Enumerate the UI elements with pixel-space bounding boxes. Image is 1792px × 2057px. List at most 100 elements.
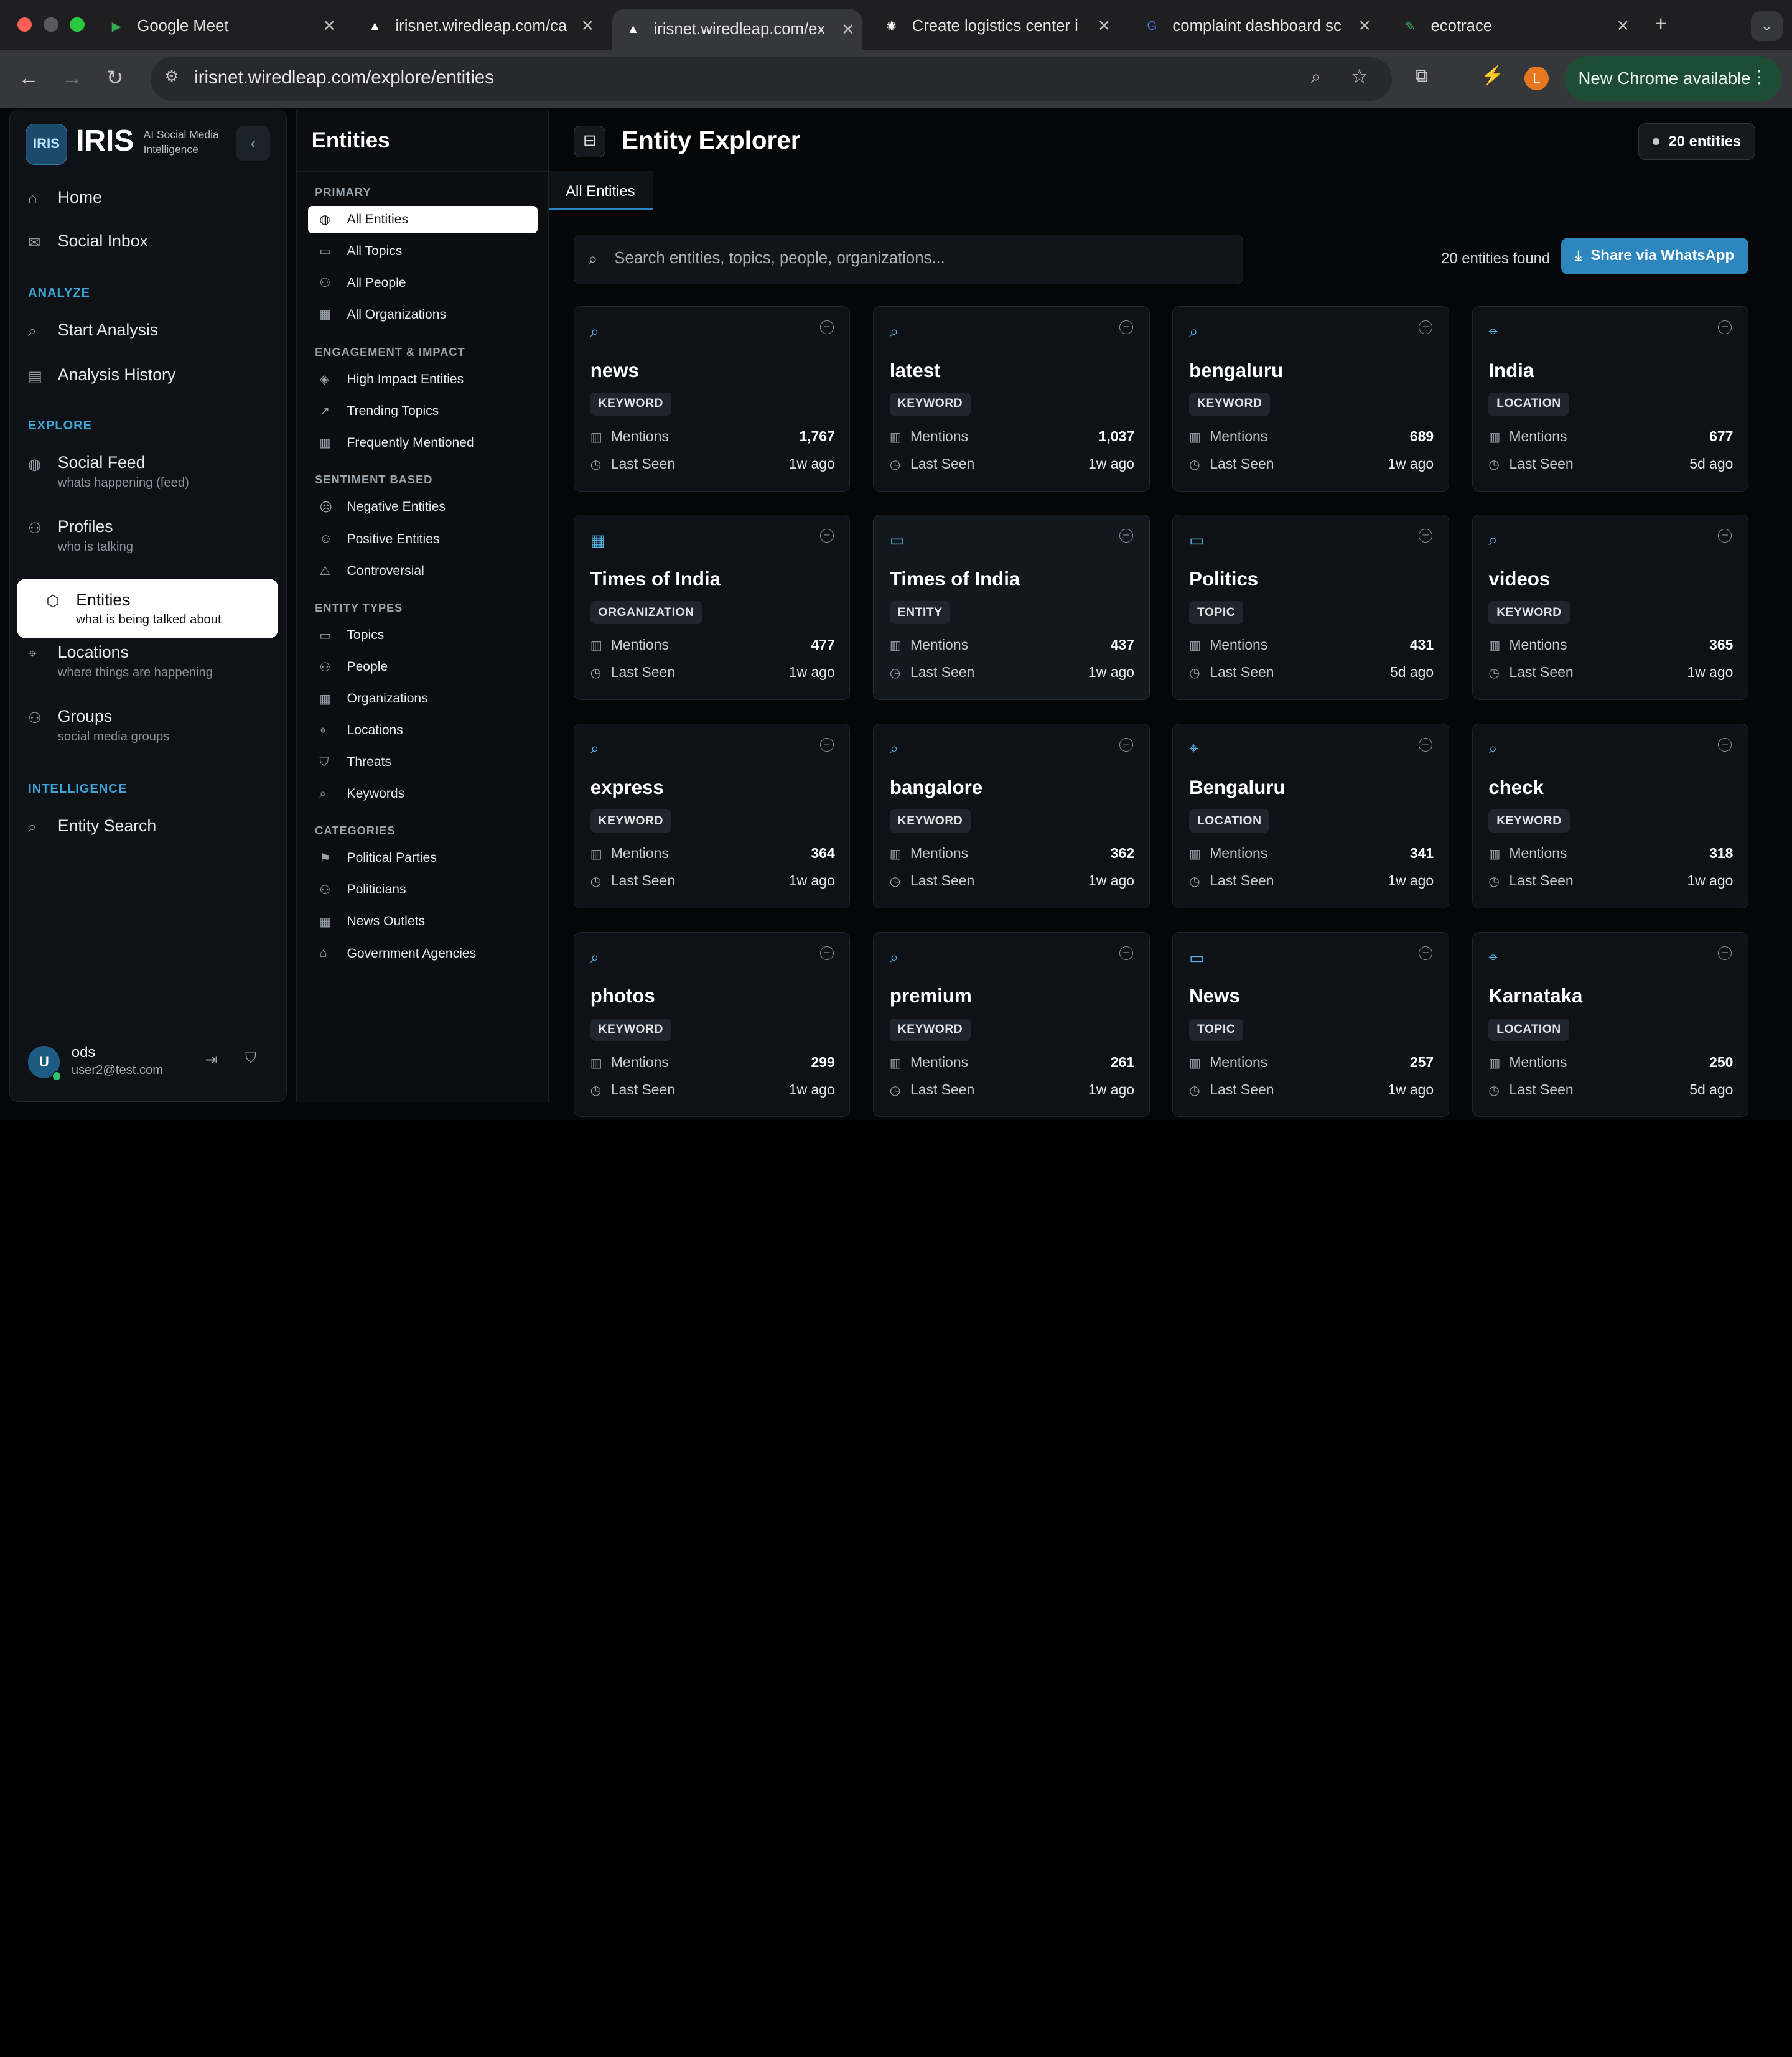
- card-menu-icon[interactable]: –: [1119, 737, 1133, 752]
- close-tab-icon[interactable]: ✕: [581, 17, 595, 35]
- card-menu-icon[interactable]: –: [819, 529, 834, 543]
- browser-tab[interactable]: ✺ Create logistics center i ✕: [871, 9, 1118, 44]
- entity-card[interactable]: ▭ – News TOPIC ▥ Mentions 257 ◷ Last Seen 1w…: [1172, 931, 1449, 1117]
- search-input[interactable]: ⌕ Search entities, topics, people, organ…: [574, 234, 1244, 285]
- close-tab-icon[interactable]: ✕: [841, 21, 855, 39]
- panel-item-high-impact-entities[interactable]: ◈ High Impact Entities: [308, 366, 538, 393]
- card-menu-icon[interactable]: –: [819, 737, 834, 752]
- card-menu-icon[interactable]: –: [1419, 946, 1433, 960]
- entity-card[interactable]: ▭ – Times of India ENTITY ▥ Mentions 437 ◷…: [873, 515, 1150, 700]
- entity-card[interactable]: ⌕ – videos KEYWORD ▥ Mentions 365 ◷ Last Se…: [1472, 515, 1749, 700]
- sidebar-item-social-feed[interactable]: ◍ Social Feed whats happening (feed): [28, 453, 279, 490]
- panel-item-locations[interactable]: ⌖ Locations: [308, 717, 538, 744]
- sidebar-item-analysis-history[interactable]: ▤ Analysis History: [28, 365, 279, 386]
- card-menu-icon[interactable]: –: [1718, 320, 1732, 335]
- tab-all-entities[interactable]: All Entities: [549, 171, 653, 210]
- browser-tab[interactable]: ▶ Google Meet ✕: [96, 9, 343, 44]
- panel-item-threats[interactable]: ⛉ Threats: [308, 749, 538, 776]
- card-menu-icon[interactable]: –: [1419, 737, 1433, 752]
- user-profile[interactable]: U ods user2@test.com ⇥ ⛉: [28, 1042, 279, 1087]
- sidebar-item-entity-search[interactable]: ⌕ Entity Search: [28, 816, 279, 836]
- entity-card[interactable]: ⌕ – premium KEYWORD ▥ Mentions 261 ◷ Last S…: [873, 931, 1150, 1117]
- panel-item-government-agencies[interactable]: ⌂ Government Agencies: [308, 940, 538, 967]
- close-tab-icon[interactable]: ✕: [322, 17, 336, 35]
- reload-icon[interactable]: ↻: [106, 65, 124, 90]
- panel-item-topics[interactable]: ▭ Topics: [308, 622, 538, 649]
- entity-card[interactable]: ▭ – Politics TOPIC ▥ Mentions 431 ◷ Last Se…: [1172, 515, 1449, 700]
- panel-item-political-parties[interactable]: ⚑ Political Parties: [308, 844, 538, 872]
- entity-card[interactable]: ⌕ – photos KEYWORD ▥ Mentions 299 ◷ Last Se…: [574, 931, 851, 1117]
- card-menu-icon[interactable]: –: [1119, 529, 1133, 543]
- address-bar[interactable]: ⚙ irisnet.wiredleap.com/explore/entities…: [151, 57, 1393, 101]
- entity-card[interactable]: ⌕ – latest KEYWORD ▥ Mentions 1,037 ◷ Last …: [873, 306, 1150, 492]
- collapse-sidebar-button[interactable]: ‹: [236, 126, 271, 161]
- sidebar-item-profiles[interactable]: ⚇ Profiles who is talking: [28, 517, 279, 554]
- panel-item-politicians[interactable]: ⚇ Politicians: [308, 876, 538, 903]
- panel-item-positive-entities[interactable]: ☺ Positive Entities: [308, 526, 538, 553]
- maximize-window-button[interactable]: [70, 17, 85, 32]
- card-menu-icon[interactable]: –: [1119, 946, 1133, 960]
- shield-icon[interactable]: ⛉: [245, 1050, 256, 1067]
- performance-icon[interactable]: ⚡: [1481, 65, 1504, 86]
- mentions-row: ▥ Mentions 677: [1488, 428, 1733, 445]
- zoom-icon[interactable]: ⌕: [1311, 67, 1321, 88]
- profile-avatar[interactable]: L: [1524, 66, 1549, 91]
- card-menu-icon[interactable]: –: [1718, 737, 1732, 752]
- browser-tab[interactable]: ▲ irisnet.wiredleap.com/ex ✕: [612, 9, 862, 50]
- panel-item-frequently-mentioned[interactable]: ▥ Frequently Mentioned: [308, 429, 538, 457]
- panel-item-all-entities[interactable]: ◍ All Entities: [308, 205, 538, 233]
- minimize-window-button[interactable]: [43, 17, 58, 32]
- entity-card[interactable]: ▦ – Times of India ORGANIZATION ▥ Mention…: [574, 515, 851, 700]
- close-tab-icon[interactable]: ✕: [1358, 17, 1371, 35]
- panel-item-negative-entities[interactable]: ☹ Negative Entities: [308, 493, 538, 521]
- entity-card[interactable]: ⌕ – bangalore KEYWORD ▥ Mentions 362 ◷ Last…: [873, 723, 1150, 909]
- panel-item-news-outlets[interactable]: ▦ News Outlets: [308, 908, 538, 935]
- forward-icon[interactable]: →: [62, 67, 82, 90]
- entity-card[interactable]: ⌕ – bengaluru KEYWORD ▥ Mentions 689 ◷ Last…: [1172, 306, 1449, 492]
- sidebar-item-home[interactable]: ⌂ Home: [28, 188, 279, 208]
- close-tab-icon[interactable]: ✕: [1098, 17, 1111, 35]
- sidebar-item-start-analysis[interactable]: ⌕ Start Analysis: [28, 320, 279, 340]
- logout-icon[interactable]: ⇥: [205, 1051, 218, 1069]
- card-menu-icon[interactable]: –: [1419, 529, 1433, 543]
- panel-item-keywords[interactable]: ⌕ Keywords: [308, 780, 538, 808]
- card-menu-icon[interactable]: –: [1718, 529, 1732, 543]
- extensions-icon[interactable]: ⧉: [1415, 65, 1428, 86]
- search-icon: ⌕: [590, 322, 600, 340]
- bookmark-star-icon[interactable]: ☆: [1351, 65, 1368, 88]
- card-menu-icon[interactable]: –: [1718, 946, 1732, 960]
- card-menu-icon[interactable]: –: [819, 320, 834, 335]
- entity-card[interactable]: ⌖ – Bengaluru LOCATION ▥ Mentions 341 ◷ Las…: [1172, 723, 1449, 909]
- close-tab-icon[interactable]: ✕: [1617, 17, 1630, 35]
- panel-item-all-organizations[interactable]: ▦ All Organizations: [308, 301, 538, 329]
- back-icon[interactable]: ←: [18, 67, 39, 90]
- browser-tab[interactable]: ✎ ecotrace ✕: [1389, 9, 1636, 44]
- more-menu-icon[interactable]: ⋮: [1751, 67, 1768, 87]
- sidebar-item-entities[interactable]: ⬡ Entities what is being talked about: [16, 579, 279, 638]
- sidebar-item-locations[interactable]: ⌖ Locations where things are happening: [28, 643, 279, 680]
- close-window-button[interactable]: [17, 17, 32, 32]
- share-whatsapp-button[interactable]: ⤓ Share via WhatsApp: [1561, 238, 1749, 274]
- entity-card[interactable]: ⌕ – express KEYWORD ▥ Mentions 364 ◷ Last S…: [574, 723, 851, 909]
- tab-search-button[interactable]: ⌄: [1750, 11, 1783, 42]
- panel-item-people[interactable]: ⚇ People: [308, 653, 538, 681]
- panel-item-controversial[interactable]: ⚠ Controversial: [308, 557, 538, 585]
- browser-tab[interactable]: Gcomplaint dashboard sc ✕: [1131, 9, 1378, 44]
- panel-item-organizations[interactable]: ▦ Organizations: [308, 685, 538, 712]
- card-menu-icon[interactable]: –: [819, 946, 834, 960]
- panel-item-all-people[interactable]: ⚇ All People: [308, 269, 538, 297]
- site-settings-icon[interactable]: ⚙: [164, 67, 179, 86]
- new-chrome-available-button[interactable]: New Chrome available ⋮: [1564, 55, 1782, 102]
- panel-item-all-topics[interactable]: ▭ All Topics: [308, 238, 538, 265]
- entity-card[interactable]: ⌖ – Karnataka LOCATION ▥ Mentions 250 ◷ Las…: [1472, 931, 1749, 1117]
- entity-card[interactable]: ⌕ – news KEYWORD ▥ Mentions 1,767 ◷ Last Se…: [574, 306, 851, 492]
- card-menu-icon[interactable]: –: [1119, 320, 1133, 335]
- sidebar-item-social-inbox[interactable]: ✉ Social Inbox: [28, 231, 279, 252]
- panel-item-trending-topics[interactable]: ↗ Trending Topics: [308, 398, 538, 425]
- entity-card[interactable]: ⌕ – check KEYWORD ▥ Mentions 318 ◷ Last See…: [1472, 723, 1749, 909]
- new-tab-button[interactable]: +: [1655, 12, 1667, 36]
- sidebar-item-groups[interactable]: ⚇ Groups social media groups: [28, 707, 279, 744]
- card-menu-icon[interactable]: –: [1419, 320, 1433, 335]
- entity-card[interactable]: ⌖ – India LOCATION ▥ Mentions 677 ◷ Last Se…: [1472, 306, 1749, 492]
- browser-tab[interactable]: ▲ irisnet.wiredleap.com/ca ✕: [354, 9, 601, 44]
